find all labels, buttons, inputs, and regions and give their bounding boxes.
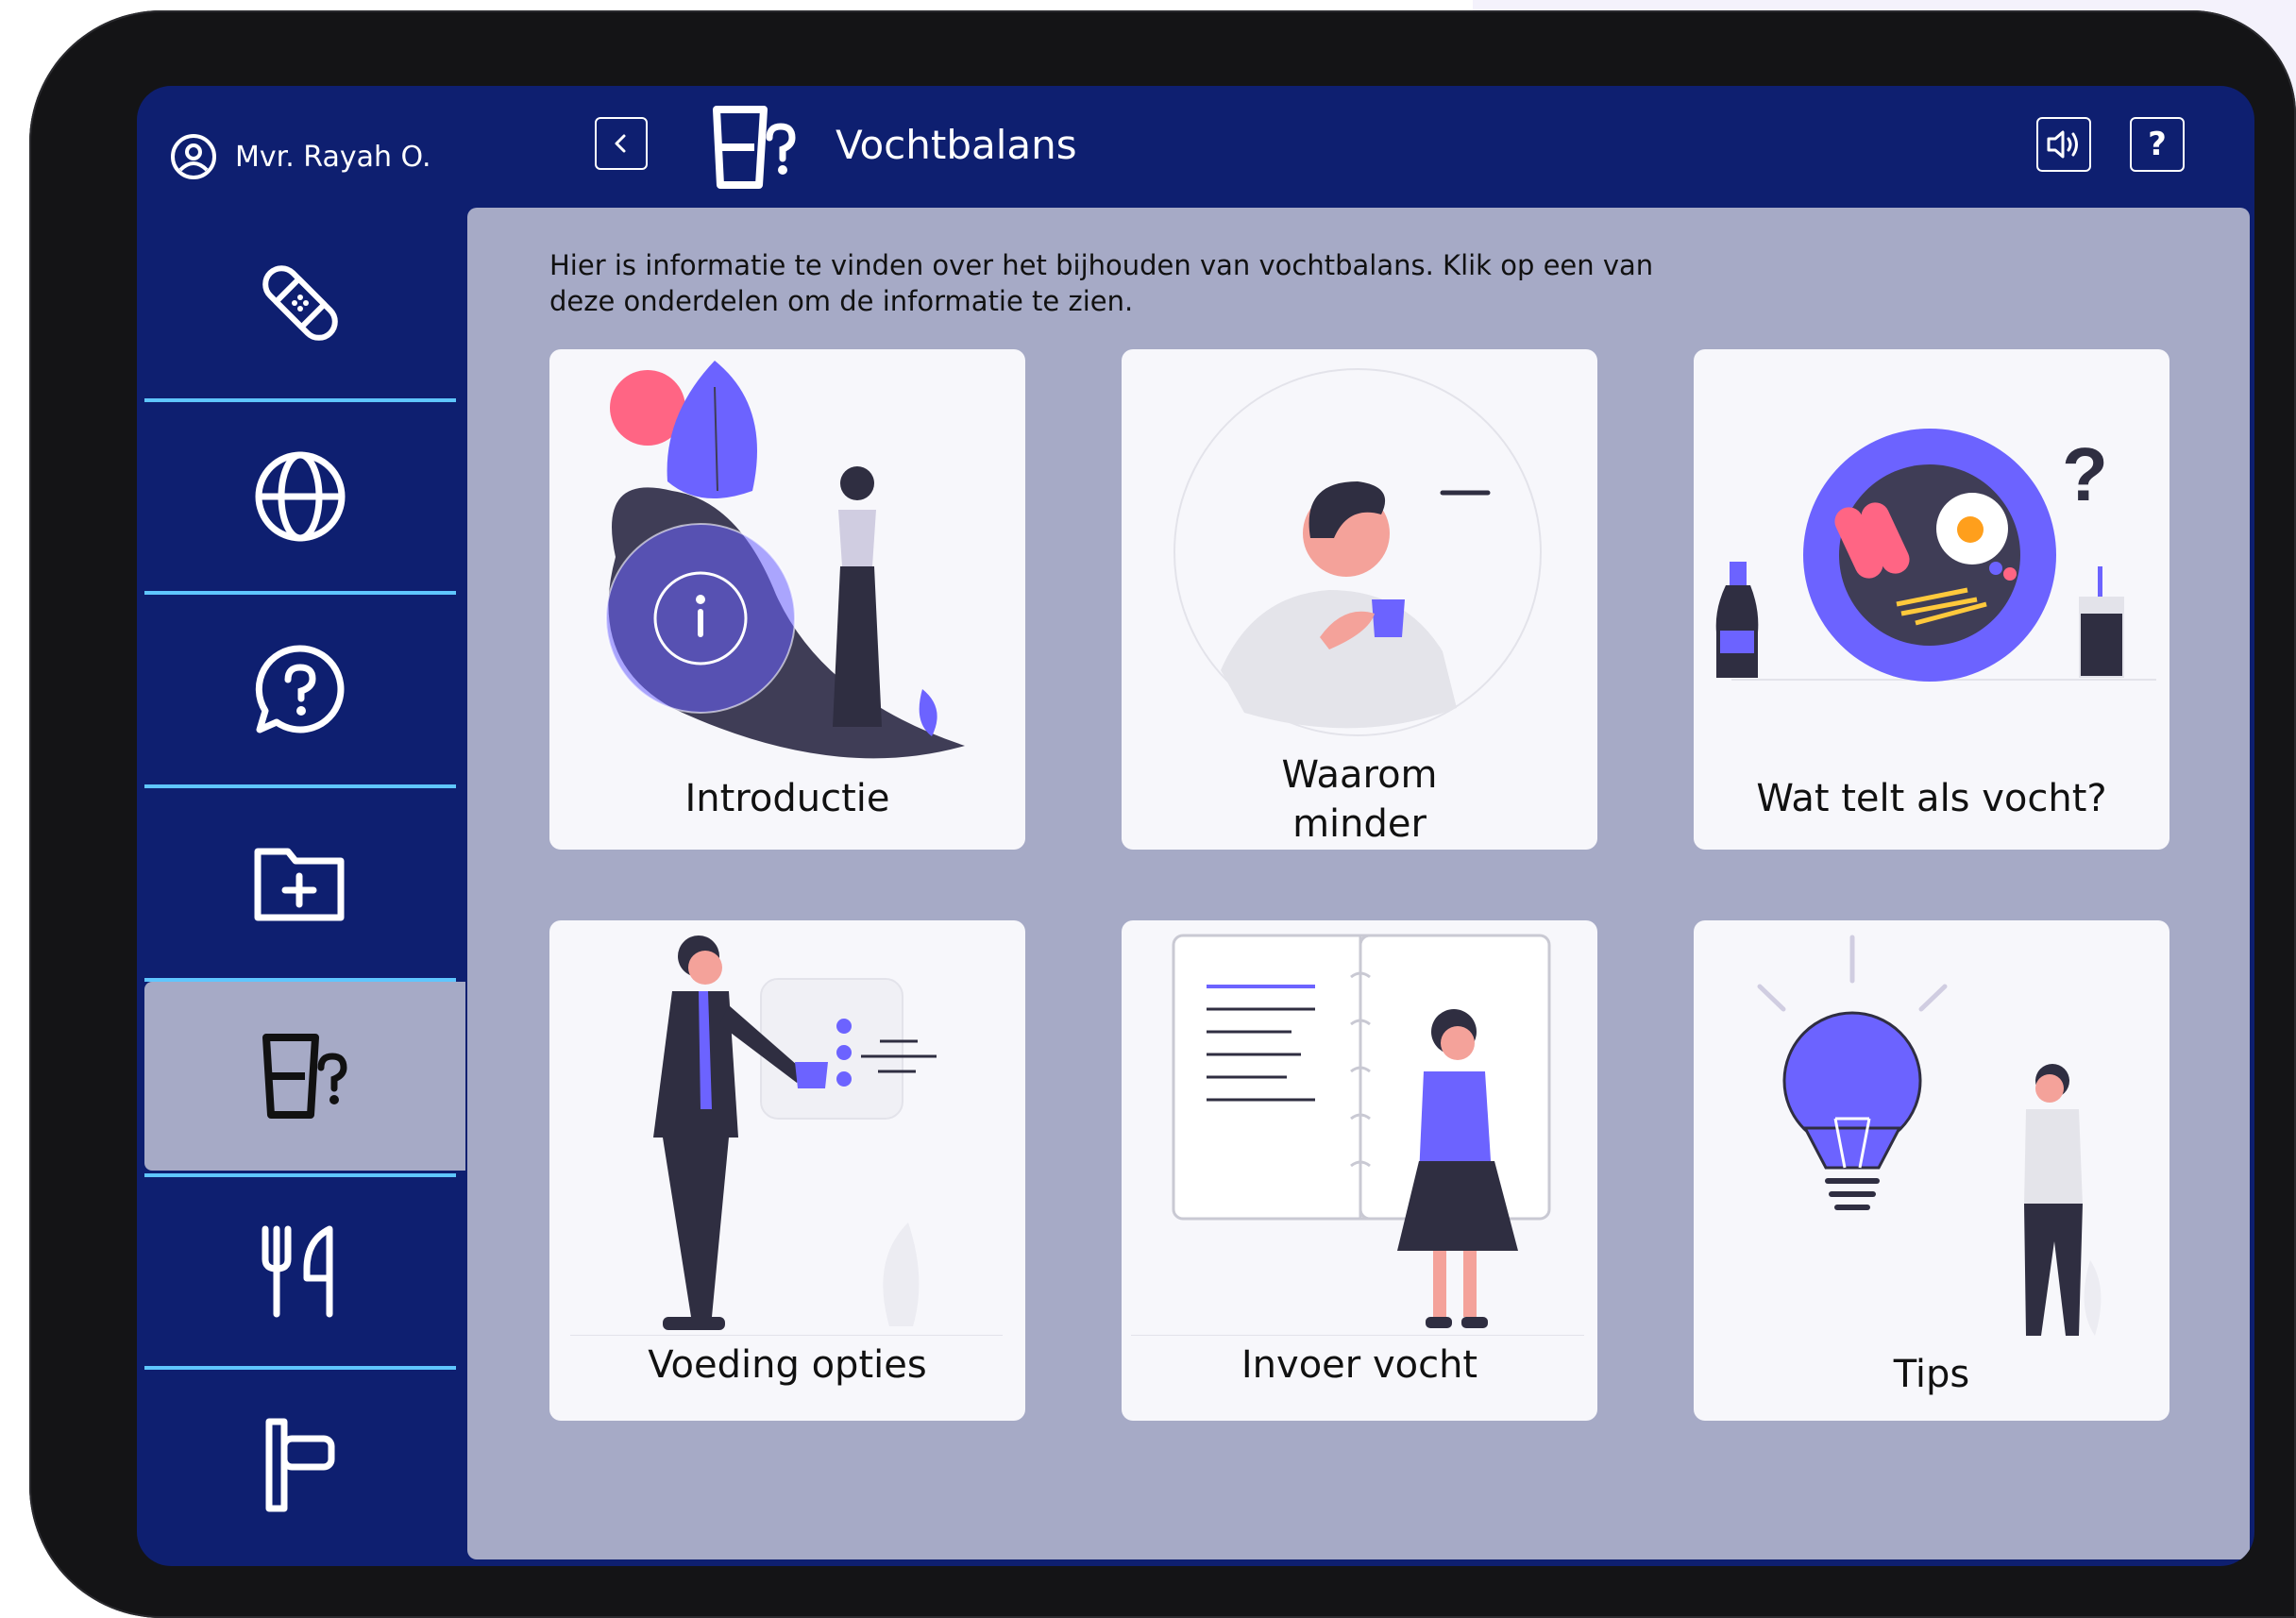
- card-label: Introductie: [684, 777, 890, 820]
- card-voeding-opties[interactable]: Voeding opties: [549, 920, 1025, 1421]
- question-chat-icon: [255, 645, 345, 733]
- sidebar-item-documents[interactable]: [144, 788, 456, 977]
- chevron-left-icon: [615, 134, 626, 153]
- card-invoer-vocht[interactable]: Invoer vocht: [1122, 920, 1597, 1421]
- sidebar-item-nutrition[interactable]: [144, 1177, 456, 1366]
- plate-drinks-illustration: ?: [1715, 429, 2156, 682]
- info-illustration: [605, 361, 965, 759]
- app-screen: Mvr. Rayah O. Vochtbalans ? Hier is info…: [137, 86, 2254, 1566]
- notebook-person-illustration: [1131, 934, 1584, 1336]
- sidebar-item-globe[interactable]: [144, 402, 456, 591]
- sidebar-item-wound-care[interactable]: [144, 209, 456, 397]
- audio-button[interactable]: [2036, 117, 2091, 172]
- sidebar-item-fluid-balance[interactable]: [144, 982, 465, 1171]
- svg-text:?: ?: [2062, 432, 2108, 516]
- card-label: Invoer vocht: [1241, 1343, 1478, 1387]
- signpost-icon: [265, 1418, 335, 1512]
- tablet-frame: Mvr. Rayah O. Vochtbalans ? Hier is info…: [29, 10, 2296, 1618]
- help-label: ?: [2148, 126, 2167, 163]
- drinking-person-illustration: [1173, 368, 1542, 736]
- page-title: Vochtbalans: [836, 122, 1077, 168]
- globe-icon: [255, 451, 346, 542]
- folder-plus-icon: [254, 848, 345, 921]
- card-label: Wat telt als vocht?: [1756, 777, 2107, 820]
- intro-text: Hier is informatie te vinden over het bi…: [549, 249, 1654, 317]
- checklist-person-illustration: [570, 935, 1003, 1336]
- help-button[interactable]: ?: [2130, 117, 2185, 172]
- user-profile[interactable]: Mvr. Rayah O.: [169, 129, 430, 184]
- card-waarom-minder-drinken[interactable]: Waarom minder drinken?: [1122, 349, 1597, 850]
- lightbulb-person-illustration: [1757, 935, 2102, 1336]
- fork-knife-icon: [262, 1225, 333, 1318]
- sidebar-item-directions[interactable]: [144, 1370, 456, 1559]
- content-panel: Hier is informatie te vinden over het bi…: [467, 208, 2250, 1559]
- card-label: Voeding opties: [648, 1343, 927, 1387]
- sidebar: [144, 209, 465, 1559]
- cup-question-icon: [713, 106, 796, 189]
- back-button[interactable]: [595, 117, 648, 170]
- card-tips[interactable]: Tips: [1694, 920, 2169, 1421]
- card-wat-telt-als-vocht[interactable]: ? Wat telt als vocht?: [1694, 349, 2169, 850]
- card-label: Waarom minder drinken?: [1281, 753, 1438, 846]
- user-name: Mvr. Rayah O.: [235, 140, 431, 174]
- cup-question-icon: [262, 1034, 347, 1119]
- card-label: Tips: [1893, 1353, 1970, 1396]
- sidebar-item-questions[interactable]: [144, 595, 456, 784]
- user-icon: [171, 134, 216, 179]
- bandage-icon: [262, 265, 338, 341]
- speaker-icon: [2047, 130, 2078, 159]
- card-introductie[interactable]: Introductie: [549, 349, 1025, 850]
